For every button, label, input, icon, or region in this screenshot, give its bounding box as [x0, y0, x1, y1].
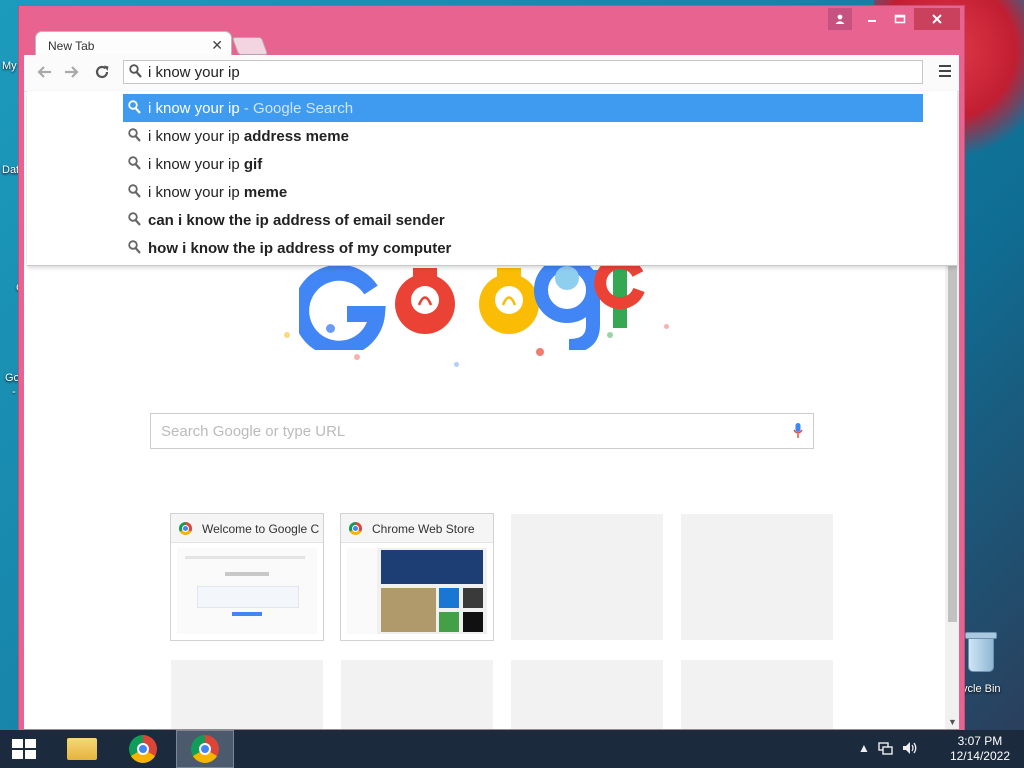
suggestion-item[interactable]: i know your ip gif: [123, 150, 923, 178]
chrome-icon: [129, 735, 157, 763]
show-hidden-icons-icon[interactable]: ▲: [858, 741, 870, 755]
file-explorer-taskbar-button[interactable]: [53, 730, 111, 768]
doodle-dot: [326, 324, 335, 333]
search-icon: [128, 100, 141, 114]
doodle-dot: [664, 324, 669, 329]
chrome-icon: [191, 735, 219, 763]
person-icon: [835, 14, 845, 24]
forward-button[interactable]: [64, 64, 80, 84]
user-profile-button[interactable]: [828, 8, 852, 30]
suggestion-item[interactable]: i know your ip - Google Search: [123, 94, 923, 122]
microphone-icon[interactable]: [793, 423, 803, 438]
search-icon: [128, 128, 141, 142]
doodle-dot: [536, 348, 544, 356]
tile-thumbnail: [177, 548, 317, 634]
suggestion-item[interactable]: i know your ip meme: [123, 178, 923, 206]
network-icon[interactable]: [878, 741, 894, 755]
new-tab-button[interactable]: [231, 37, 269, 55]
chrome-active-taskbar-button[interactable]: [176, 730, 234, 768]
suggestion-completion: how i know the ip address of my computer: [148, 240, 452, 257]
recycle-bin-label: ycle Bin: [962, 683, 1001, 695]
desktop-icon-dash: -: [12, 386, 16, 398]
reload-button[interactable]: [94, 64, 110, 85]
tile-title: Chrome Web Store: [372, 522, 475, 536]
maximize-button[interactable]: [886, 8, 914, 30]
empty-tile: [681, 514, 833, 640]
tab-close-icon[interactable]: ✕: [211, 37, 223, 54]
tab-title: New Tab: [48, 39, 95, 53]
search-icon: [128, 184, 141, 198]
omnibox[interactable]: [123, 60, 923, 84]
minimize-button[interactable]: [858, 8, 886, 30]
omnibox-input[interactable]: [148, 63, 908, 81]
clock[interactable]: 3:07 PM 12/14/2022: [950, 734, 1010, 764]
minimize-icon: [868, 20, 876, 22]
doodle-dot: [454, 362, 459, 367]
clock-date: 12/14/2022: [949, 749, 1010, 763]
tile-thumbnail: [347, 548, 487, 634]
caption-buttons: [828, 8, 960, 30]
tile-title: Welcome to Google C: [202, 522, 320, 536]
desktop-icon-data[interactable]: Dat: [2, 164, 19, 176]
search-icon: [128, 240, 141, 254]
suggestion-item[interactable]: i know your ip address meme: [123, 122, 923, 150]
close-window-button[interactable]: [914, 8, 960, 30]
suggestion-completion: meme: [243, 184, 288, 201]
empty-tile: [681, 660, 833, 729]
suggestion-completion: address meme: [243, 128, 349, 145]
toolbar: [24, 55, 959, 92]
forward-arrow-icon: [65, 66, 79, 78]
suggestion-item[interactable]: how i know the ip address of my computer: [123, 234, 923, 262]
suggestion-query: i know your ip: [148, 128, 244, 145]
reload-icon: [95, 65, 109, 79]
empty-tile: [511, 660, 663, 729]
search-icon: [128, 212, 141, 226]
scroll-down-arrow-icon[interactable]: ▼: [948, 717, 957, 727]
suggestion-text: how i know the ip address of my computer: [148, 240, 451, 257]
suggestion-completion: gif: [243, 156, 263, 173]
clock-time: 3:07 PM: [957, 734, 1003, 748]
scrollbar-thumb[interactable]: [948, 262, 957, 622]
suggestion-text: i know your ip gif: [148, 156, 262, 173]
suggestion-query: i know your ip: [148, 100, 240, 117]
taskbar: ▲ 3:07 PM 12/14/2022: [0, 730, 1024, 768]
most-visited-tile-welcome[interactable]: Welcome to Google C: [171, 514, 323, 640]
volume-icon[interactable]: [902, 741, 918, 755]
back-arrow-icon: [37, 66, 51, 78]
doodle-dot: [607, 332, 613, 338]
search-box[interactable]: Search Google or type URL: [150, 413, 814, 449]
suggestion-text: i know your ip - Google Search: [148, 100, 353, 117]
search-icon: [129, 64, 142, 78]
doodle-dot: [354, 354, 360, 360]
omnibox-suggestions: i know your ip - Google Search i know you…: [27, 91, 957, 266]
search-placeholder: Search Google or type URL: [161, 423, 346, 440]
suggestion-text: i know your ip address meme: [148, 128, 349, 145]
web-store-favicon-icon: [349, 522, 362, 535]
close-icon: [932, 14, 942, 24]
search-icon: [128, 156, 141, 170]
empty-tile: [511, 514, 663, 640]
empty-tile: [341, 660, 493, 729]
empty-tile: [171, 660, 323, 729]
most-visited-tile-web-store[interactable]: Chrome Web Store: [341, 514, 493, 640]
desktop-icon-my-computer[interactable]: My: [2, 60, 17, 72]
doodle-dot: [284, 332, 290, 338]
suggestion-query: i know your ip: [148, 156, 244, 173]
suggestion-text: i know your ip meme: [148, 184, 287, 201]
suggestion-text: can i know the ip address of email sende…: [148, 212, 445, 229]
chrome-taskbar-button[interactable]: [114, 730, 172, 768]
suggestion-query: i know your ip: [148, 184, 244, 201]
suggestion-hint: - Google Search: [239, 100, 354, 117]
chrome-menu-button[interactable]: [939, 65, 951, 80]
chrome-favicon-icon: [179, 522, 192, 535]
suggestion-item[interactable]: can i know the ip address of email sende…: [123, 206, 923, 234]
folder-icon: [67, 738, 97, 760]
start-button[interactable]: [12, 739, 38, 761]
recycle-bin-icon[interactable]: [962, 630, 1002, 676]
suggestion-completion: can i know the ip address of email sende…: [148, 212, 445, 229]
back-button[interactable]: [36, 64, 52, 84]
maximize-icon: [894, 14, 906, 24]
